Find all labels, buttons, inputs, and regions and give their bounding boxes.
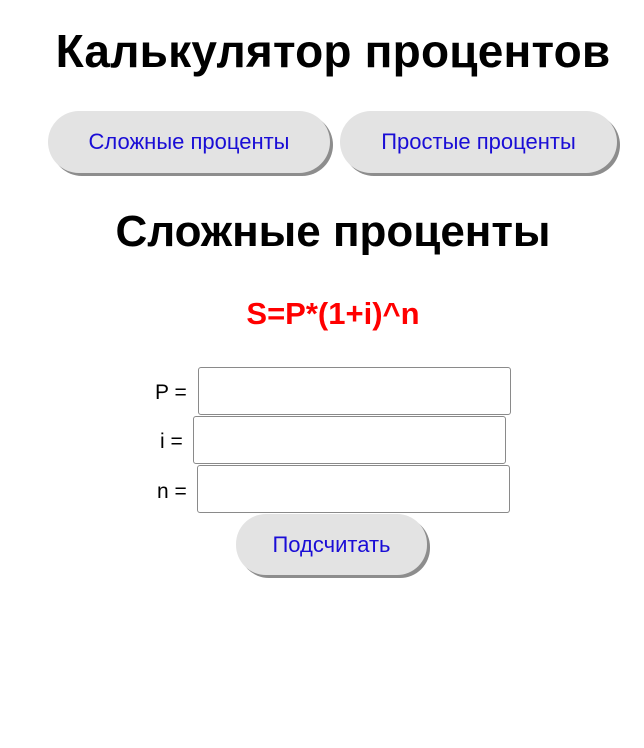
principal-label: P =	[155, 381, 187, 404]
formula-text: S=P*(1+i)^n	[246, 296, 420, 331]
page-title: Калькулятор процентов	[55, 25, 611, 77]
calculator-page: Калькулятор процентов Сложные проценты П…	[0, 0, 644, 748]
section-title: Сложные проценты	[115, 207, 551, 256]
rate-input[interactable]	[193, 416, 506, 464]
tab-compound-interest[interactable]: Сложные проценты	[48, 111, 330, 173]
principal-input[interactable]	[198, 367, 511, 415]
tab-simple-interest[interactable]: Простые проценты	[340, 111, 617, 173]
periods-input[interactable]	[197, 465, 510, 513]
periods-label: n =	[157, 480, 187, 503]
calculate-button[interactable]: Подсчитать	[236, 514, 427, 575]
rate-label: i =	[160, 430, 183, 453]
